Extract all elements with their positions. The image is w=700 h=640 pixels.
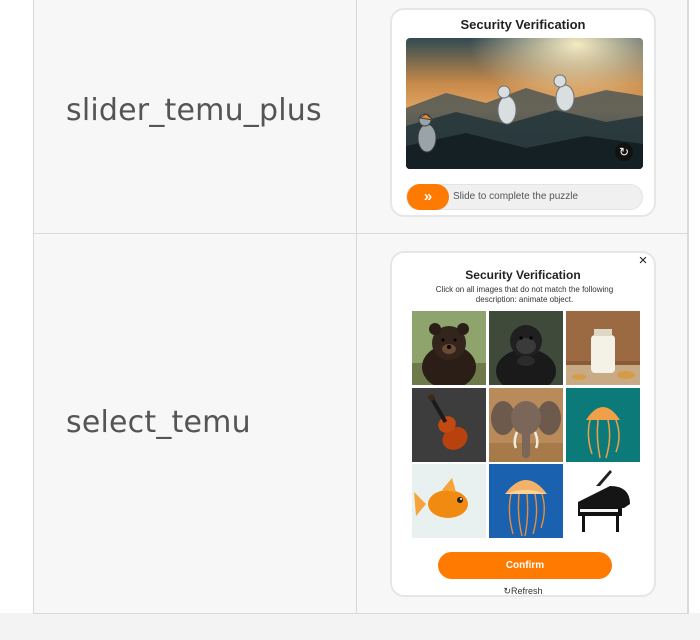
image-tile-grand-piano[interactable] <box>566 464 640 538</box>
confirm-button[interactable]: Confirm <box>438 552 612 579</box>
select-captcha-card: × Security Verification Click on all ima… <box>390 251 656 597</box>
captcha-description-line2: description: animate object. <box>475 295 574 304</box>
puzzle-scene-image: ↻ <box>406 38 643 169</box>
select-captcha-title: Security Verification <box>465 268 581 282</box>
row-label-slider: slider_temu_plus <box>66 93 322 128</box>
row-label-select: select_temu <box>66 405 251 440</box>
image-tile-bear[interactable] <box>412 311 486 385</box>
refresh-label: Refresh <box>511 586 543 596</box>
slider-instruction: Slide to complete the puzzle <box>453 191 579 202</box>
image-tile-violin[interactable] <box>412 388 486 462</box>
table-border-right <box>688 0 689 614</box>
slider-captcha-card: Security Verification ↻ » Slide to compl… <box>390 8 656 217</box>
double-chevron-right-icon: » <box>423 188 433 205</box>
image-tile-goldfish[interactable] <box>412 464 486 538</box>
slider-captcha-title: Security Verification <box>460 17 586 32</box>
image-tile-gorilla[interactable] <box>489 311 563 385</box>
page-background-bottom <box>0 613 700 640</box>
image-tile-jellyfish[interactable] <box>566 388 640 462</box>
refresh-icon[interactable]: ↻ <box>615 143 633 161</box>
captcha-description-line1: Click on all images that do not match th… <box>435 285 614 294</box>
image-tile-jellyfish-2[interactable] <box>489 464 563 538</box>
image-grid <box>412 311 640 539</box>
close-icon[interactable]: × <box>636 253 650 269</box>
refresh-link[interactable]: ↻Refresh <box>392 586 654 597</box>
slider-handle[interactable]: » <box>407 184 449 210</box>
table-border-left <box>33 0 34 614</box>
image-tile-milk-bottle[interactable] <box>566 311 640 385</box>
slider-track[interactable]: » Slide to complete the puzzle <box>406 184 643 210</box>
refresh-icon: ↻ <box>503 586 512 596</box>
image-tile-elephant[interactable] <box>489 388 563 462</box>
